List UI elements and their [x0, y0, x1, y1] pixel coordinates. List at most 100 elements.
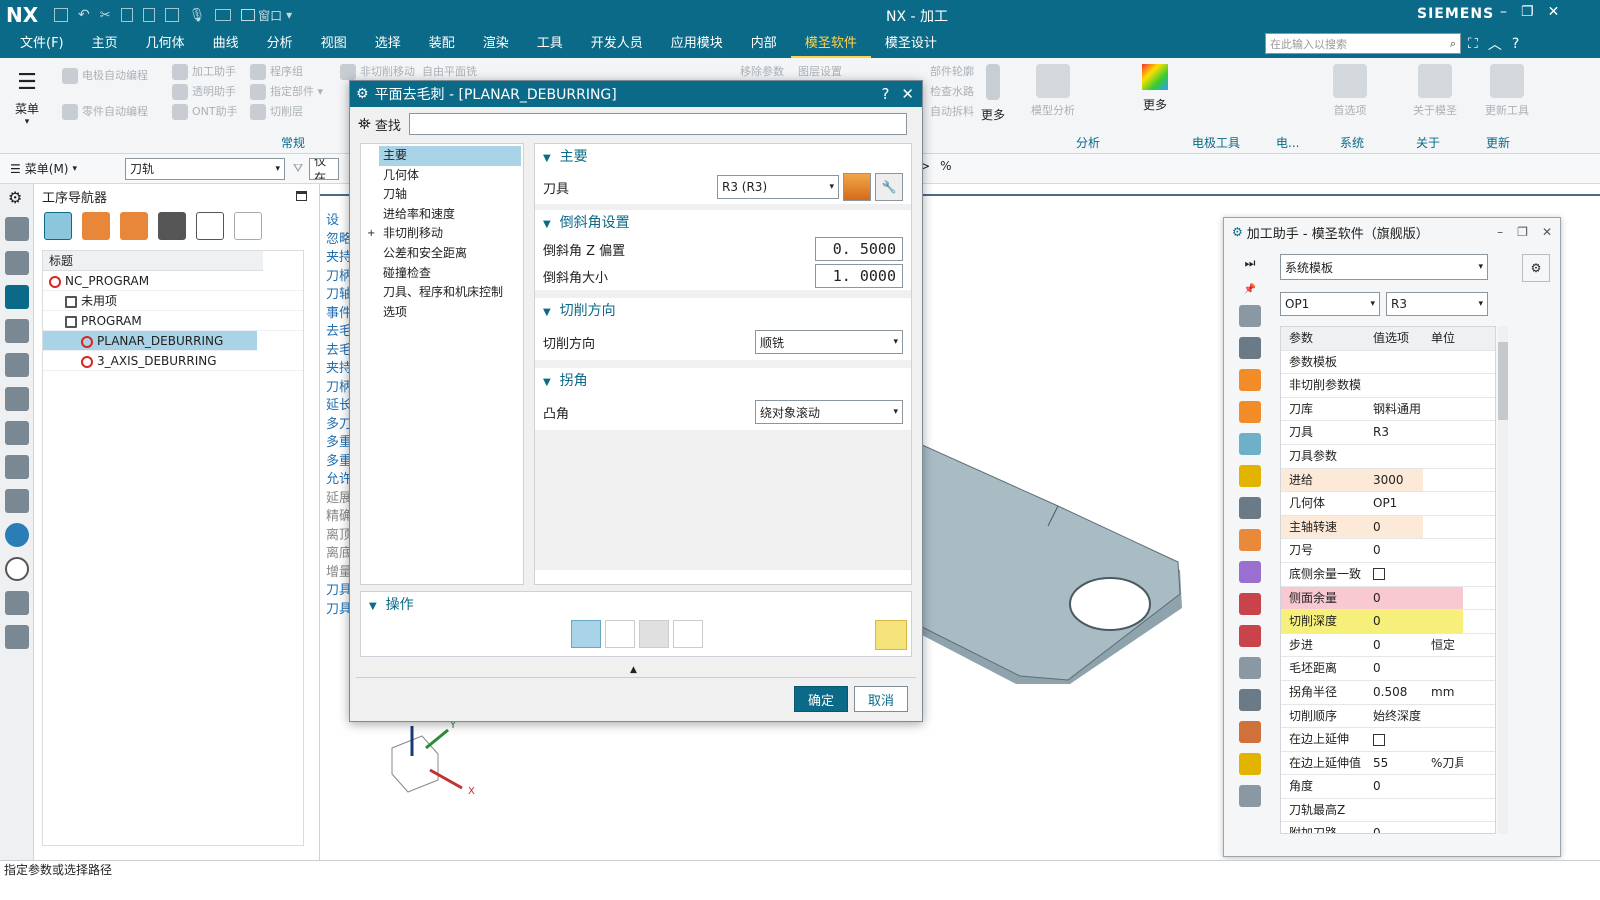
- parameter-value[interactable]: [1365, 351, 1423, 374]
- vertical-scrollbar[interactable]: [1498, 326, 1508, 834]
- layer-settings-button[interactable]: 图层设置: [794, 62, 842, 82]
- part-model[interactable]: [920, 444, 1200, 694]
- parameter-row[interactable]: 刀库 钢料通用: [1281, 398, 1495, 422]
- parameter-row[interactable]: 几何体 OP1: [1281, 492, 1495, 516]
- assistant-tool-icon[interactable]: [1239, 369, 1261, 391]
- paste-icon[interactable]: [142, 8, 155, 22]
- parameter-value[interactable]: [1365, 445, 1423, 468]
- replay-toolpath-icon[interactable]: [605, 620, 635, 648]
- section-main-header[interactable]: ▼ 主要: [543, 144, 903, 170]
- undo-icon[interactable]: ↶: [78, 7, 90, 23]
- assistant-tool-icon[interactable]: [1239, 337, 1261, 359]
- parameter-value[interactable]: 钢料通用: [1365, 398, 1423, 421]
- list-toolpath-icon[interactable]: [673, 620, 703, 648]
- machining-method-view-icon[interactable]: [158, 212, 186, 240]
- tools-icon[interactable]: [5, 591, 29, 615]
- generate-toolpath-icon[interactable]: [571, 620, 601, 648]
- parameter-row[interactable]: 刀具参数: [1281, 445, 1495, 469]
- parameter-row[interactable]: 参数模板: [1281, 351, 1495, 375]
- program-group-button[interactable]: 程序组: [246, 62, 330, 82]
- dialog-tree-item[interactable]: 主要: [379, 146, 521, 166]
- model-analysis-button[interactable]: 模型分析: [1030, 64, 1076, 118]
- non-cutting-moves-button[interactable]: 非切削移动 自由平面铣: [336, 62, 496, 82]
- section-cut-direction-header[interactable]: ▼ 切削方向: [543, 298, 903, 324]
- command-search-input[interactable]: 在此输入以搜索 ⌕: [1265, 33, 1461, 54]
- parameter-value[interactable]: 3000: [1365, 468, 1423, 492]
- menu-item[interactable]: 模圣设计: [871, 30, 951, 58]
- delete-group-icon[interactable]: [234, 212, 262, 240]
- cut-icon[interactable]: ✂: [100, 8, 111, 23]
- update-tools-button[interactable]: 更新工具: [1482, 64, 1532, 118]
- parameter-row[interactable]: 切削顺序 始终深度: [1281, 705, 1495, 729]
- parameter-row[interactable]: 主轴转速 0: [1281, 515, 1495, 540]
- find-input[interactable]: [408, 113, 907, 135]
- navigator-row[interactable]: 3_AXIS_DEBURRING: [43, 351, 303, 371]
- preferences-button[interactable]: 首选项: [1330, 64, 1370, 118]
- scope-select[interactable]: 仅在: [309, 157, 340, 180]
- assistant-tool-icon[interactable]: [1239, 465, 1261, 487]
- menu-item[interactable]: 文件(F): [6, 30, 78, 58]
- dialog-title-bar[interactable]: ⚙ 平面去毛刺 - [PLANAR_DEBURRING] ? ✕: [350, 81, 922, 107]
- assistant-tool-icon[interactable]: [1239, 529, 1261, 551]
- history-icon[interactable]: [5, 557, 29, 581]
- parameter-value[interactable]: 0: [1365, 775, 1423, 798]
- menu-item[interactable]: 内部: [737, 30, 791, 58]
- parameter-row[interactable]: 角度 0: [1281, 775, 1495, 799]
- web-browser-icon[interactable]: [5, 523, 29, 547]
- parameter-value[interactable]: 0: [1365, 634, 1423, 657]
- parameter-value[interactable]: 始终深度: [1365, 705, 1423, 728]
- menu-item[interactable]: 几何体: [132, 30, 199, 58]
- menu-item[interactable]: 渲染: [469, 30, 523, 58]
- parameter-row[interactable]: 附加刀路 0: [1281, 822, 1495, 833]
- navigator-row[interactable]: 未用项: [43, 291, 303, 311]
- process-icon[interactable]: [5, 625, 29, 649]
- settings-icon[interactable]: ⚙: [8, 188, 33, 207]
- menu-item[interactable]: 应用模块: [657, 30, 737, 58]
- window-menu[interactable]: 窗口 ▾: [241, 7, 292, 24]
- tool-select[interactable]: R3 (R3) ▾: [717, 175, 839, 199]
- parameter-value[interactable]: 0: [1365, 657, 1423, 680]
- dialog-tree-item[interactable]: + 非切削移动: [361, 224, 523, 244]
- section-operations-header[interactable]: ▼ 操作: [369, 592, 903, 618]
- assistant-tool-icon[interactable]: [1239, 625, 1261, 647]
- fullscreen-icon[interactable]: ⛶: [1468, 36, 1478, 52]
- part-auto-program-button[interactable]: 零件自动编程: [58, 102, 168, 122]
- analysis-more-button[interactable]: 更多: [1140, 64, 1170, 113]
- parameter-value[interactable]: [1365, 563, 1423, 586]
- help-icon[interactable]: ?: [881, 85, 889, 103]
- pin-icon[interactable]: 📌: [1241, 284, 1259, 295]
- ont-assistant-button[interactable]: ONT助手: [168, 102, 246, 122]
- parameter-value[interactable]: [1365, 374, 1423, 397]
- menu-item[interactable]: 工具: [523, 30, 577, 58]
- minimize-icon[interactable]: –: [1500, 4, 1507, 20]
- dialog-tree-item[interactable]: 刀具、程序和机床控制: [361, 283, 523, 303]
- operation-navigator-icon[interactable]: [5, 285, 29, 309]
- parameter-row[interactable]: 侧面余量 0: [1281, 586, 1495, 611]
- parameter-row[interactable]: 刀具 R3: [1281, 421, 1495, 445]
- reuse-library-icon[interactable]: [5, 353, 29, 377]
- section-corner-header[interactable]: ▼ 拐角: [543, 368, 903, 394]
- dialog-tree-item[interactable]: 刀轴: [361, 185, 523, 205]
- collapse-ribbon-icon[interactable]: ︿: [1488, 34, 1502, 54]
- switch-window-icon[interactable]: [215, 9, 232, 21]
- menu-item[interactable]: 模圣软件: [790, 30, 871, 58]
- parameter-value[interactable]: 0: [1365, 539, 1423, 562]
- machining-assistant-button[interactable]: 加工助手: [168, 62, 246, 82]
- add-operation-icon[interactable]: [875, 620, 907, 650]
- assistant-tool-icon[interactable]: [1239, 689, 1261, 711]
- parameter-row[interactable]: 刀轨最高Z: [1281, 799, 1495, 823]
- assistant-tool-icon[interactable]: [1239, 305, 1261, 327]
- tool-select[interactable]: R3 ▾: [1386, 292, 1488, 316]
- parameter-value[interactable]: 0: [1365, 515, 1423, 539]
- top-menu-button[interactable]: ☰ 菜单(M) ▾: [10, 160, 77, 177]
- geometry-view-icon[interactable]: [120, 212, 148, 240]
- specify-part-button[interactable]: 指定部件 ▾: [246, 82, 330, 102]
- cut-direction-select[interactable]: 顺铣 ▾: [755, 330, 903, 354]
- assistant-tool-icon[interactable]: [1239, 657, 1261, 679]
- assistant-tool-icon[interactable]: [1239, 433, 1261, 455]
- parameter-value[interactable]: 0: [1365, 822, 1423, 833]
- parameter-row[interactable]: 在边上延伸: [1281, 728, 1495, 752]
- filter-icon[interactable]: ⛛: [293, 161, 303, 176]
- parameter-checkbox[interactable]: [1373, 733, 1385, 746]
- machine-tool-navigator-icon[interactable]: [5, 319, 29, 343]
